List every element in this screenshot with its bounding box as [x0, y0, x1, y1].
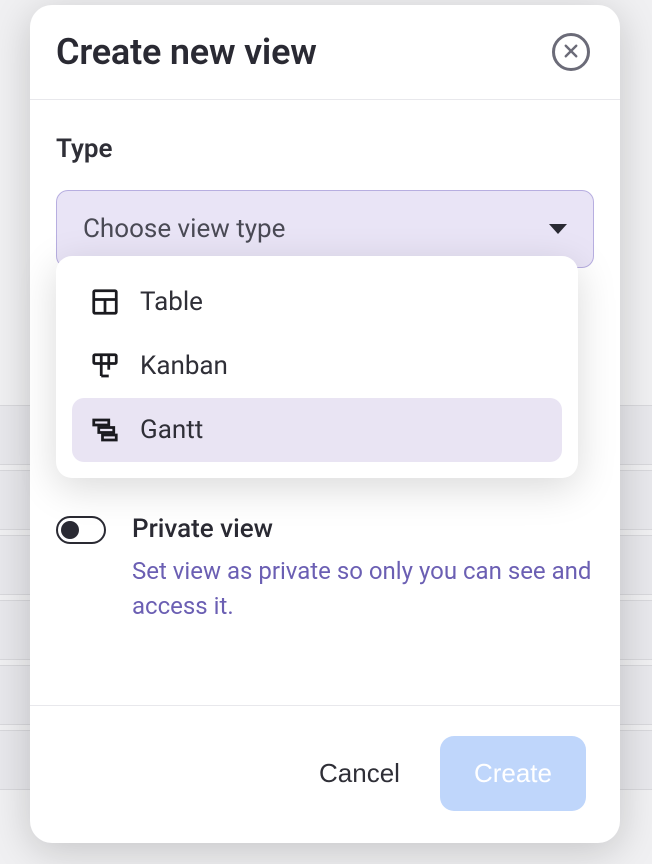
option-gantt[interactable]: Gantt [72, 398, 562, 462]
gantt-icon [90, 415, 120, 445]
modal-footer: Cancel Create [30, 705, 620, 843]
kanban-icon [90, 351, 120, 381]
create-view-modal: Create new view Type Choose view type [30, 5, 620, 843]
view-type-dropdown: Table Kanban [56, 256, 578, 478]
modal-body: Type Choose view type Table [30, 100, 620, 705]
private-view-title: Private view [132, 514, 594, 544]
chevron-down-icon [549, 224, 567, 234]
select-placeholder: Choose view type [83, 214, 285, 244]
option-label: Kanban [140, 351, 228, 381]
private-view-description: Set view as private so only you can see … [132, 554, 594, 624]
create-button[interactable]: Create [440, 736, 586, 811]
close-button[interactable] [552, 33, 590, 71]
modal-title: Create new view [56, 31, 317, 73]
private-view-text: Private view Set view as private so only… [132, 514, 594, 624]
modal-header: Create new view [30, 5, 620, 100]
table-icon [90, 287, 120, 317]
type-label: Type [56, 134, 594, 164]
private-view-toggle[interactable] [56, 516, 106, 544]
option-kanban[interactable]: Kanban [72, 334, 562, 398]
private-view-row: Private view Set view as private so only… [56, 514, 594, 664]
option-label: Gantt [140, 415, 203, 445]
close-icon [562, 42, 580, 63]
option-label: Table [140, 287, 203, 317]
cancel-button[interactable]: Cancel [313, 746, 406, 801]
option-table[interactable]: Table [72, 270, 562, 334]
